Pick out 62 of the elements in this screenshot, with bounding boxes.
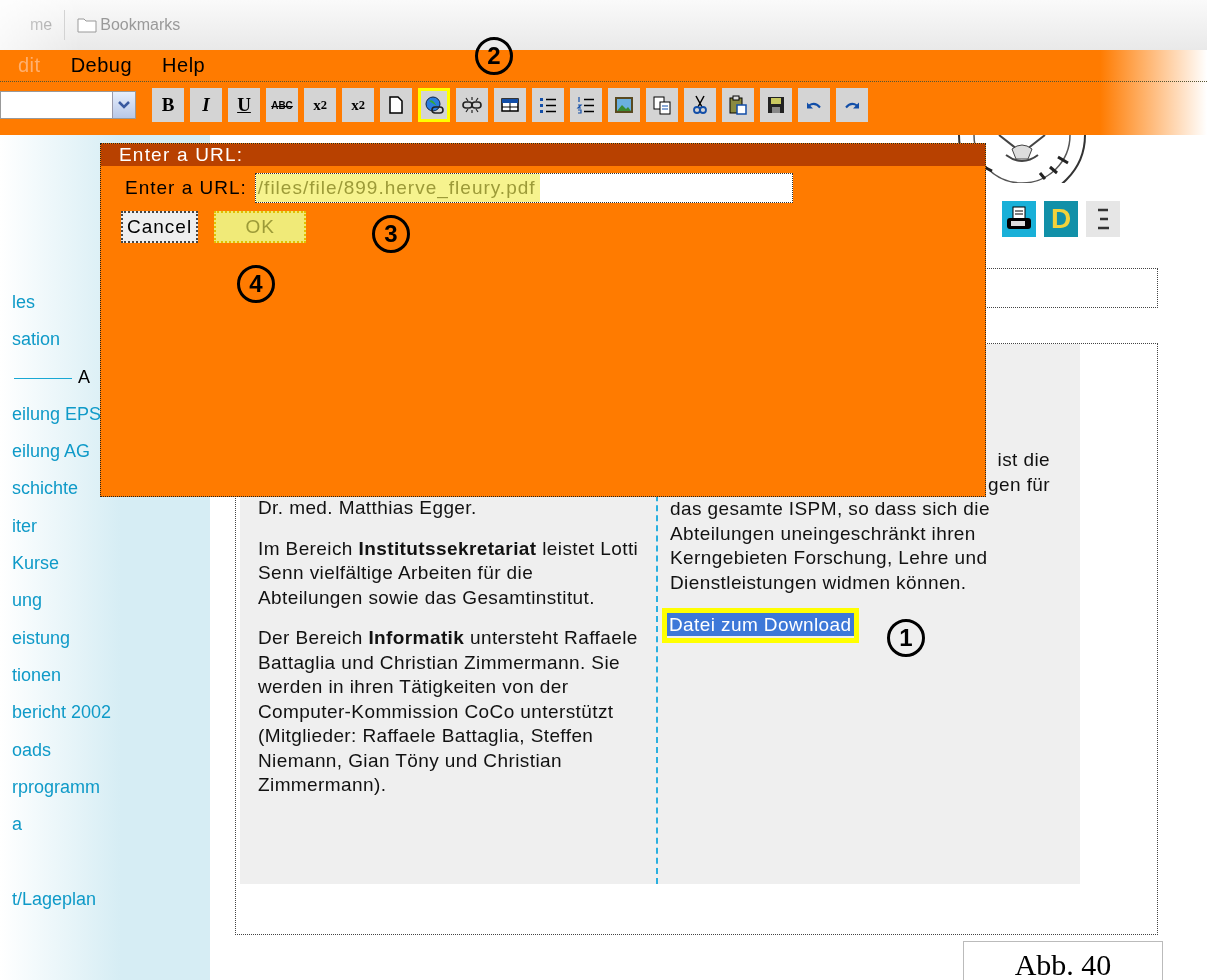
numbered-list-icon	[575, 94, 597, 116]
format-dropdown[interactable]	[0, 91, 136, 119]
sidebar-heading: A	[78, 366, 90, 388]
printer-icon	[1005, 206, 1033, 232]
globe-chain-icon	[423, 94, 445, 116]
sidebar-link[interactable]: Kurse	[0, 553, 210, 591]
toolbar-button[interactable]	[722, 88, 754, 122]
figure-caption: Abb. 40	[963, 941, 1163, 980]
menu-item[interactable]: Debug	[70, 54, 133, 81]
text-view-button[interactable]	[1086, 201, 1120, 237]
sidebar-link[interactable]: oads	[0, 739, 210, 777]
format-button[interactable]: U	[228, 88, 260, 122]
download-link[interactable]: Datei zum Download	[667, 613, 854, 636]
sidebar-link[interactable]: iter	[0, 515, 210, 554]
lines-icon	[1095, 206, 1111, 232]
step-marker: 3	[372, 215, 410, 253]
sidebar-link[interactable]: a	[0, 814, 210, 852]
copy-icon	[651, 94, 673, 116]
step-marker: 2	[475, 37, 513, 75]
sidebar-link[interactable]: rprogramm	[0, 776, 210, 815]
paragraph: Im Bereich Institutssekretariat leistet Lotti Senn vielfältige Arbeiten für die Abteilungen sowie das Gesamtinstitut.	[258, 536, 640, 610]
toolbar-button[interactable]	[570, 88, 602, 122]
toolbar-button[interactable]	[684, 88, 716, 122]
paragraph: das gesamte ISPM, so dass sich die Abteilungen uneingeschränkt ihren Kerngebieten Forschung, Lehre und Dienstleistungen widmen können.	[670, 497, 991, 595]
undo-icon	[806, 100, 822, 110]
dialog-title: Enter a URL:	[101, 144, 985, 166]
field-label: Enter a URL:	[125, 177, 247, 199]
format-button[interactable]: ABC	[266, 88, 298, 122]
bookmarks-button[interactable]: Bookmarks	[77, 16, 181, 34]
view-button[interactable]: D	[1044, 201, 1078, 237]
redo-icon	[844, 100, 860, 110]
sidebar-link[interactable]: eistung	[0, 627, 210, 665]
print-button[interactable]	[1002, 201, 1036, 237]
toolbar-button[interactable]	[418, 88, 450, 122]
url-field[interactable]: /files/file/899.herve_fleury.pdf	[254, 173, 793, 203]
toolbar-button[interactable]	[494, 88, 526, 122]
toolbar-button[interactable]	[532, 88, 564, 122]
paste-icon	[727, 94, 749, 116]
toolbar-button[interactable]	[608, 88, 640, 122]
browser-tab[interactable]: me	[30, 16, 53, 34]
paragraph: Der Bereich Informatik untersteht Raffaele Battaglia und Christian Zimmermann. Sie werden in ihren Tätigkeiten von der Computer-Kommission CoCo unterstützt (Mitglieder: Raffaele Battaglia, Steffen Niemann, Gian Töny und Christian Zimmermann).	[258, 626, 639, 797]
sidebar-link[interactable]: t/Lageplan	[0, 888, 210, 927]
picture-icon	[613, 94, 635, 116]
paragraph: Dr. med. Matthias Egger.	[258, 496, 478, 520]
sidebar-link[interactable]: bericht 2002	[0, 702, 210, 740]
step-marker: 1	[887, 619, 925, 657]
text-fragment: gen für	[988, 473, 1050, 495]
broken-chain-icon	[461, 94, 483, 116]
sidebar-link[interactable]: tionen	[0, 664, 210, 703]
folder-icon	[77, 17, 98, 33]
dialog-button[interactable]: OK	[214, 211, 307, 243]
chevron-down-icon	[118, 100, 130, 110]
text-fragment: ist die	[997, 449, 1050, 470]
toolbar-button[interactable]	[760, 88, 792, 122]
format-button[interactable]: B	[152, 88, 184, 122]
sidebar-link[interactable]: ung	[0, 590, 210, 628]
toolbar-button[interactable]	[380, 88, 412, 122]
dialog-button[interactable]: Cancel	[121, 211, 199, 243]
step-marker: 4	[237, 265, 275, 303]
toolbar-button[interactable]	[456, 88, 488, 122]
format-button[interactable]: I	[190, 88, 222, 122]
menu-item[interactable]: Help	[162, 54, 206, 81]
